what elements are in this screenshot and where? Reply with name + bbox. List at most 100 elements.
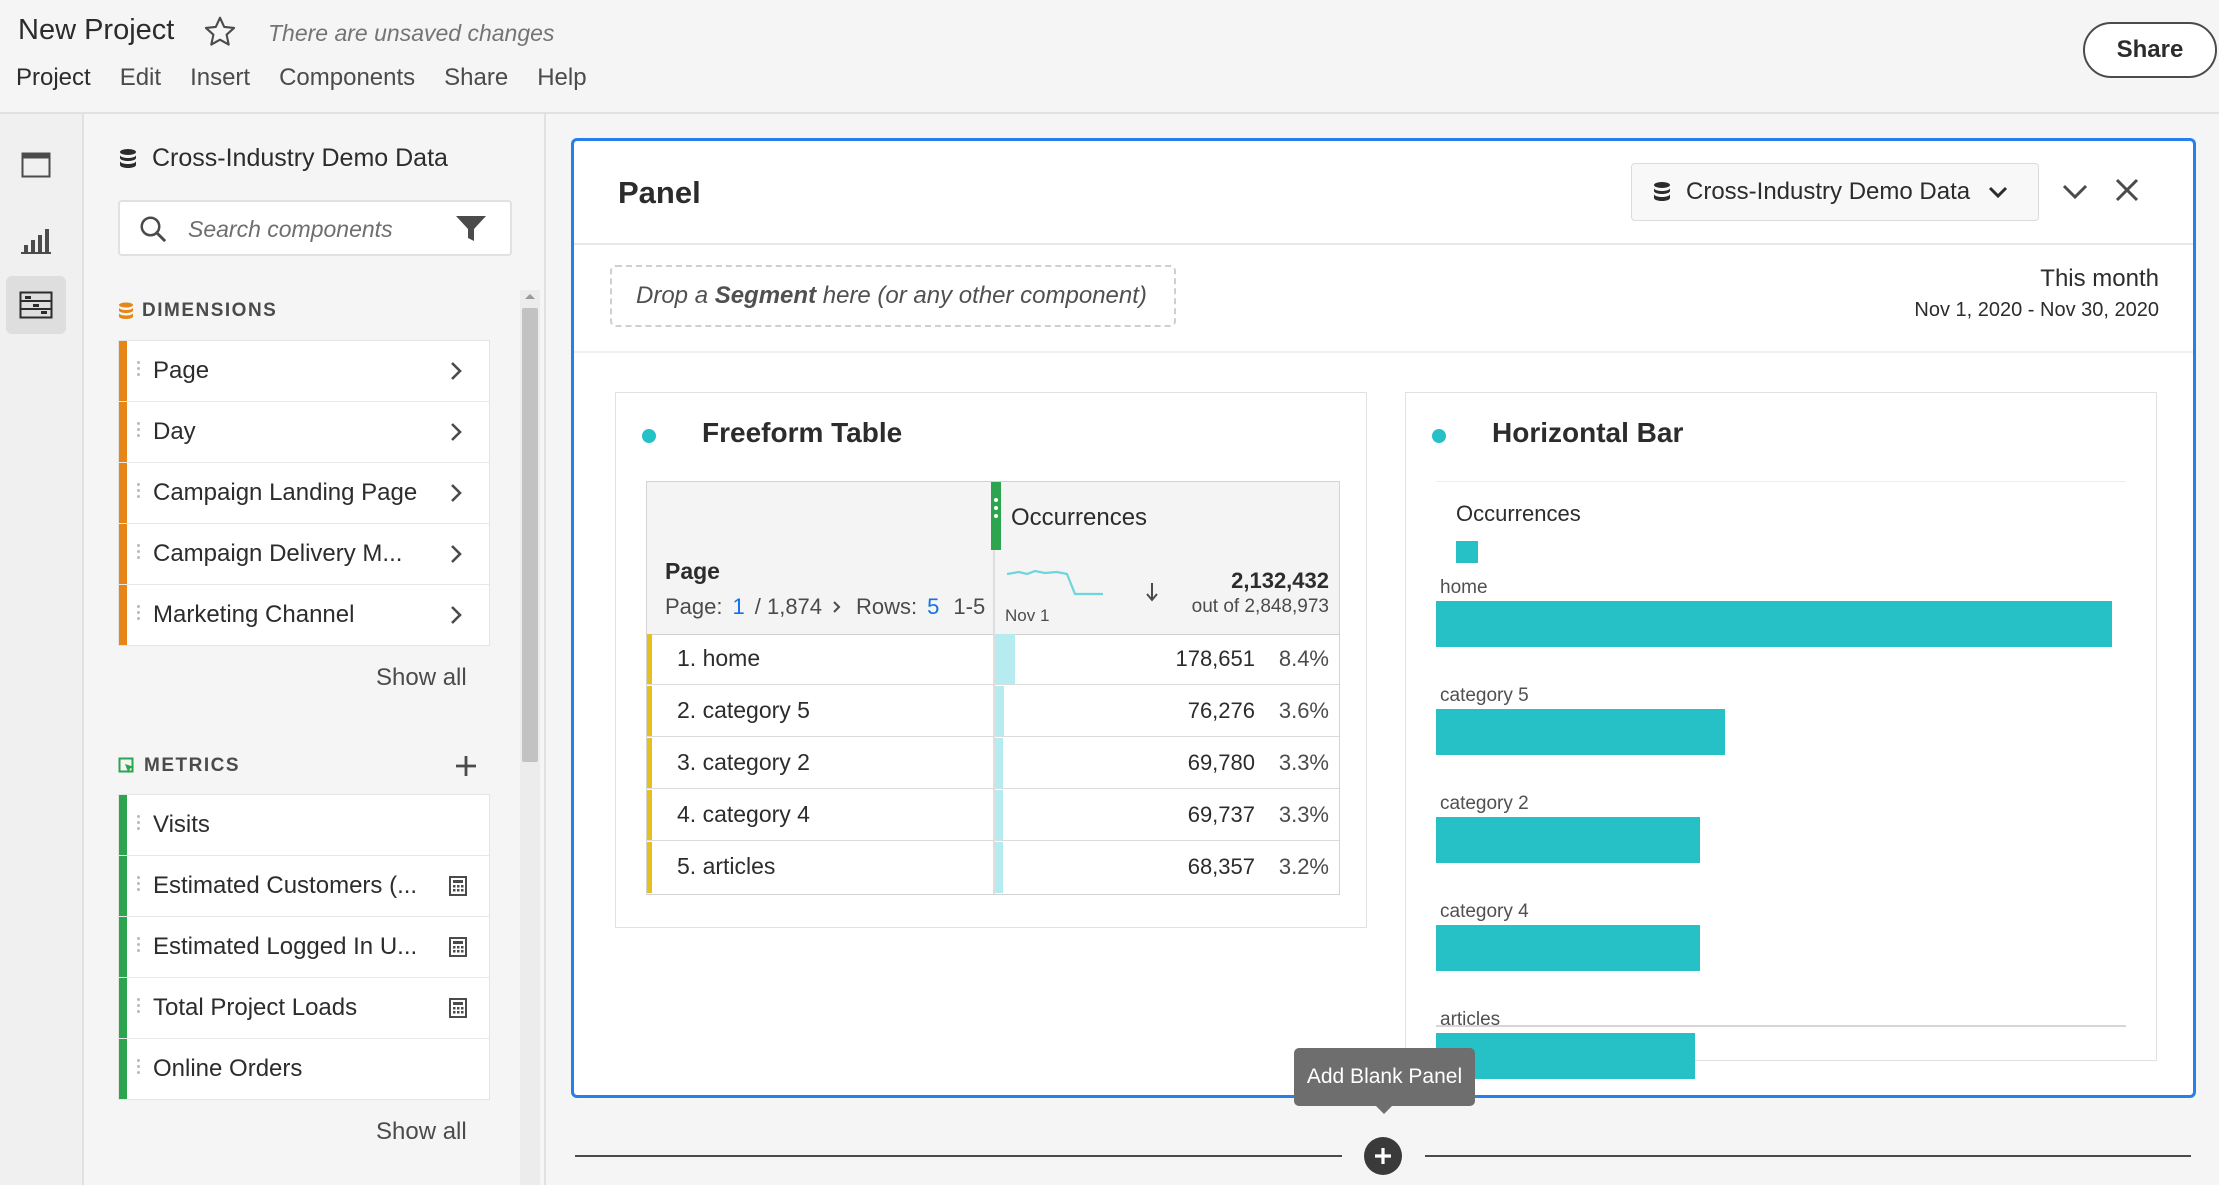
- bar[interactable]: [1436, 925, 1700, 971]
- freeform-table-card[interactable]: Freeform Table Occurrences Page Page: 1 …: [615, 392, 1367, 928]
- drag-handle-icon[interactable]: [137, 815, 141, 835]
- calculated-metric-icon: [449, 876, 467, 896]
- dimension-item[interactable]: Campaign Delivery M...: [119, 524, 489, 585]
- drop-zone-suffix: here (or any other component): [816, 282, 1147, 309]
- drag-handle-icon[interactable]: [137, 422, 141, 442]
- drag-handle-icon[interactable]: [137, 998, 141, 1018]
- panel-report-suite-dropdown[interactable]: Cross-Industry Demo Data: [1631, 163, 2039, 221]
- sidebar-scrollbar-thumb[interactable]: [522, 308, 538, 762]
- chart-axis: [1436, 1025, 2126, 1027]
- pager-next-icon[interactable]: [832, 600, 842, 614]
- metric-total: 2,132,432: [1231, 568, 1329, 593]
- menu-help[interactable]: Help: [537, 64, 586, 92]
- table-row[interactable]: 4. category 4 69,737 3.3%: [647, 790, 1339, 841]
- menu-bar: Project Edit Insert Components Share Hel…: [16, 64, 616, 92]
- dimension-label: Campaign Landing Page: [153, 479, 418, 506]
- dimension-item[interactable]: Page: [119, 341, 489, 402]
- project-title[interactable]: New Project: [18, 14, 174, 47]
- drag-handle-icon[interactable]: [137, 1059, 141, 1079]
- search-icon: [138, 214, 168, 244]
- sort-descending-icon[interactable]: [1145, 582, 1159, 602]
- pager-page-number[interactable]: 1: [733, 594, 745, 620]
- filter-icon[interactable]: [454, 214, 488, 244]
- drag-handle-icon[interactable]: [137, 361, 141, 381]
- metric-column-header[interactable]: Occurrences: [1011, 504, 1147, 532]
- add-blank-panel-button[interactable]: [1364, 1137, 1402, 1175]
- components-icon: [19, 291, 53, 319]
- row-value: 69,737: [1187, 802, 1255, 827]
- add-metric-icon[interactable]: [454, 754, 478, 778]
- drag-handle-icon[interactable]: [137, 605, 141, 625]
- components-rail-button[interactable]: [6, 276, 66, 334]
- dimension-item[interactable]: Marketing Channel: [119, 585, 489, 645]
- table-row[interactable]: 5. articles 68,357 3.2%: [647, 842, 1339, 893]
- menu-components[interactable]: Components: [279, 64, 415, 92]
- freeform-table-title[interactable]: Freeform Table: [702, 417, 902, 449]
- metric-item[interactable]: Online Orders: [119, 1039, 489, 1099]
- dimension-color-bar: [119, 585, 127, 645]
- row-label: 3. category 2: [677, 749, 810, 775]
- metric-drag-handle[interactable]: [991, 482, 1001, 550]
- date-range-label[interactable]: This month: [2040, 265, 2159, 293]
- menu-insert[interactable]: Insert: [190, 64, 250, 92]
- drag-handle-icon[interactable]: [137, 876, 141, 896]
- date-range-value[interactable]: Nov 1, 2020 - Nov 30, 2020: [1914, 299, 2159, 322]
- search-box: [118, 200, 512, 256]
- chevron-right-icon[interactable]: [449, 361, 463, 381]
- dimension-column-header[interactable]: Page: [665, 558, 720, 585]
- pager-rows-count[interactable]: 5: [927, 594, 939, 620]
- panels-rail-button[interactable]: [6, 136, 66, 194]
- chevron-down-icon: [1988, 185, 2008, 199]
- close-panel-icon[interactable]: [2114, 177, 2140, 203]
- search-input[interactable]: [186, 202, 460, 256]
- panel[interactable]: Panel Cross-Industry Demo Data Drop a Se…: [571, 138, 2196, 1098]
- metrics-list: Visits Estimated Customers (... Estimate…: [118, 794, 490, 1100]
- menu-project[interactable]: Project: [16, 64, 91, 92]
- metric-item[interactable]: Visits: [119, 795, 489, 856]
- bar[interactable]: [1436, 601, 2112, 647]
- bar[interactable]: [1436, 817, 1700, 863]
- share-button[interactable]: Share: [2083, 22, 2217, 78]
- dimension-item[interactable]: Day: [119, 402, 489, 463]
- metric-item[interactable]: Total Project Loads: [119, 978, 489, 1039]
- chart-top-border: [1436, 481, 2126, 482]
- star-icon[interactable]: [202, 14, 238, 50]
- horizontal-bar-chart: Occurrences home category 5 category 2 cate…: [1436, 481, 2126, 1079]
- metrics-show-all-link[interactable]: Show all: [376, 1118, 467, 1146]
- row-percent: 3.3%: [1278, 802, 1329, 827]
- row-color-bar: [647, 842, 652, 893]
- panels-icon: [21, 152, 51, 178]
- drag-handle-icon[interactable]: [137, 937, 141, 957]
- dimensions-show-all-link[interactable]: Show all: [376, 664, 467, 692]
- drag-handle-icon[interactable]: [137, 483, 141, 503]
- table-row[interactable]: 2. category 5 76,276 3.6%: [647, 686, 1339, 737]
- visualizations-rail-button[interactable]: [6, 212, 66, 270]
- table-row[interactable]: 1. home 178,651 8.4%: [647, 634, 1339, 685]
- dimension-item[interactable]: Campaign Landing Page: [119, 463, 489, 524]
- menu-share[interactable]: Share: [444, 64, 508, 92]
- collapse-panel-icon[interactable]: [2062, 183, 2088, 201]
- chevron-right-icon[interactable]: [449, 483, 463, 503]
- panel-subheader-divider: [574, 351, 2193, 353]
- menu-edit[interactable]: Edit: [120, 64, 161, 92]
- metric-item[interactable]: Estimated Customers (...: [119, 856, 489, 917]
- horizontal-bar-title[interactable]: Horizontal Bar: [1492, 417, 1683, 449]
- chevron-right-icon[interactable]: [449, 605, 463, 625]
- row-percent-bar: [995, 738, 1003, 788]
- row-label: 5. articles: [677, 853, 776, 879]
- drag-handle-icon[interactable]: [137, 544, 141, 564]
- chevron-right-icon[interactable]: [449, 544, 463, 564]
- chevron-right-icon[interactable]: [449, 422, 463, 442]
- horizontal-bar-card[interactable]: Horizontal Bar Occurrences home category …: [1405, 392, 2157, 1079]
- metric-item[interactable]: Estimated Logged In U...: [119, 917, 489, 978]
- add-panel-divider-right: [1425, 1155, 2191, 1157]
- pager-page-label: Page:: [665, 594, 723, 619]
- table-row[interactable]: 3. category 2 69,780 3.3%: [647, 738, 1339, 789]
- bar[interactable]: [1436, 709, 1725, 755]
- panel-title[interactable]: Panel: [618, 175, 701, 211]
- tooltip-arrow: [1374, 1104, 1394, 1114]
- segment-drop-zone[interactable]: Drop a Segment here (or any other compon…: [610, 265, 1176, 327]
- scroll-up-icon[interactable]: [524, 292, 536, 300]
- sidebar-report-suite[interactable]: Cross-Industry Demo Data: [118, 144, 448, 173]
- metric-label: Online Orders: [153, 1055, 303, 1082]
